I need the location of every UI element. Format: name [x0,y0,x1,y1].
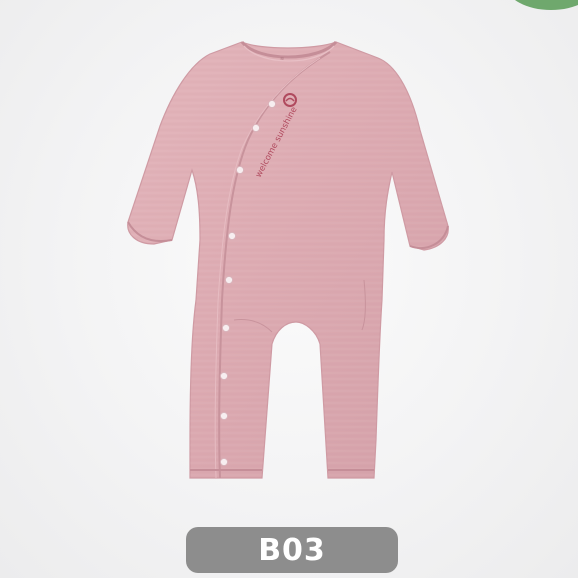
product-code-badge: B03 [186,527,398,573]
product-image-canvas: welcome sunshine ≋ B03 [0,0,578,578]
snap-button [227,231,237,241]
snap-button [235,165,245,175]
snap-button [267,99,277,109]
snap-button [219,371,229,381]
product-code: B03 [258,532,326,568]
snap-button [251,123,261,133]
snap-button [224,275,234,285]
brand-tag: ≋ [280,56,284,62]
romper-illustration: welcome sunshine ≋ [127,40,449,479]
snap-button [219,411,229,421]
snap-button [219,457,229,467]
snap-button [221,323,231,333]
